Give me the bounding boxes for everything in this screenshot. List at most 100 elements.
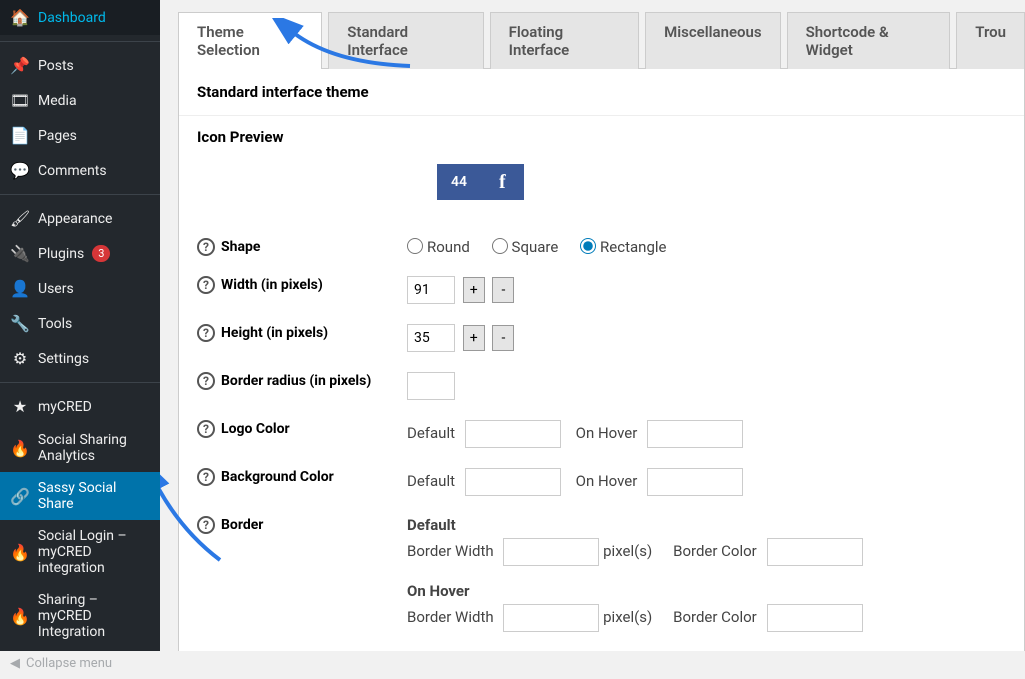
fire-icon: 🔥 — [10, 543, 30, 562]
bg-color-default-label: Default — [407, 472, 455, 490]
media-icon: 🎞 — [10, 91, 30, 110]
tab-miscellaneous[interactable]: Miscellaneous — [645, 12, 781, 69]
sidebar-item-label: myCRED — [38, 399, 92, 415]
logo-color-hover-input[interactable] — [647, 420, 743, 448]
bg-color-default-input[interactable] — [465, 468, 561, 496]
sidebar-item-label: Settings — [38, 351, 89, 367]
sidebar-item-posts[interactable]: 📌 Posts — [0, 48, 160, 83]
help-icon[interactable]: ? — [197, 420, 215, 438]
border-width-unit: pixel(s) — [603, 608, 652, 626]
pages-icon: 📄 — [10, 126, 30, 145]
sidebar-item-pages[interactable]: 📄 Pages — [0, 118, 160, 153]
sidebar-item-appearance[interactable]: 🖌 Appearance — [0, 201, 160, 236]
shape-radio-group: Round Square Rectangle — [407, 238, 1006, 256]
sidebar-item-label: Comments — [38, 163, 107, 179]
border-default-color-input[interactable] — [767, 538, 863, 566]
sidebar-item-label: Media — [38, 93, 77, 109]
tab-troubleshoot[interactable]: Trou — [956, 12, 1025, 69]
logo-color-default-input[interactable] — [465, 420, 561, 448]
sidebar-item-label: Pages — [38, 128, 77, 144]
border-width-label: Border Width — [407, 542, 494, 560]
collapse-label: Collapse menu — [26, 656, 112, 671]
tab-shortcode-widget[interactable]: Shortcode & Widget — [787, 12, 951, 69]
width-plus-button[interactable]: + — [463, 277, 485, 303]
icon-preview-label: Icon Preview — [197, 128, 1006, 146]
users-icon: 👤 — [10, 279, 30, 298]
facebook-icon: f — [481, 171, 524, 194]
collapse-icon: ◀ — [10, 656, 20, 671]
height-plus-button[interactable]: + — [463, 325, 485, 351]
sidebar-item-settings[interactable]: ⚙ Settings — [0, 341, 160, 376]
sidebar-item-comments[interactable]: 💬 Comments — [0, 153, 160, 188]
border-label: Border — [221, 517, 263, 533]
help-icon[interactable]: ? — [197, 516, 215, 534]
border-hover-color-input[interactable] — [767, 604, 863, 632]
border-radius-input[interactable] — [407, 372, 455, 400]
shape-round-option[interactable]: Round — [407, 238, 470, 256]
help-icon[interactable]: ? — [197, 276, 215, 294]
plugins-badge: 3 — [92, 245, 110, 262]
dashboard-icon: 🏠 — [10, 8, 30, 27]
bg-color-hover-input[interactable] — [647, 468, 743, 496]
admin-sidebar: 🏠 Dashboard 📌 Posts 🎞 Media 📄 Pages 💬 Comment… — [0, 0, 160, 651]
width-input[interactable] — [407, 276, 455, 304]
border-hover-sublabel: On Hover — [407, 582, 1006, 600]
border-radius-label: Border radius (in pixels) — [221, 373, 371, 389]
shape-rectangle-option[interactable]: Rectangle — [580, 238, 666, 256]
sidebar-item-sassy-social-share[interactable]: 🔗Sassy Social Share — [0, 472, 160, 520]
tab-floating-interface[interactable]: Floating Interface — [490, 12, 639, 69]
sidebar-item-dashboard[interactable]: 🏠 Dashboard — [0, 0, 160, 35]
border-color-label: Border Color — [673, 608, 757, 626]
comments-icon: 💬 — [10, 161, 30, 180]
star-icon: ★ — [10, 397, 30, 416]
height-input[interactable] — [407, 324, 455, 352]
preview-count: 44 — [437, 174, 481, 190]
sidebar-item-label: Dashboard — [38, 10, 106, 26]
shape-label: Shape — [221, 239, 260, 255]
border-width-label: Border Width — [407, 608, 494, 626]
sidebar-item-sharing-mycred[interactable]: 🔥Sharing – myCRED Integration — [0, 584, 160, 648]
sidebar-item-users[interactable]: 👤Users — [0, 271, 160, 306]
sidebar-item-label: Appearance — [38, 211, 112, 227]
shape-rectangle-radio[interactable] — [580, 238, 596, 254]
panel-title: Standard interface theme — [179, 69, 1024, 116]
tabs-bar: Theme Selection Standard Interface Float… — [178, 0, 1025, 69]
border-default-sublabel: Default — [407, 516, 1006, 534]
logo-color-default-label: Default — [407, 424, 455, 442]
height-minus-button[interactable]: - — [492, 325, 514, 351]
sidebar-item-label: Plugins — [38, 246, 84, 262]
sidebar-item-plugins[interactable]: 🔌 Plugins 3 — [0, 236, 160, 271]
sidebar-item-media[interactable]: 🎞 Media — [0, 83, 160, 118]
icon-preview: 44 f — [437, 164, 524, 200]
help-icon[interactable]: ? — [197, 468, 215, 486]
sidebar-item-label: Posts — [38, 58, 74, 74]
height-label: Height (in pixels) — [221, 325, 328, 341]
appearance-icon: 🖌 — [10, 209, 30, 228]
bg-color-hover-label: On Hover — [576, 472, 638, 490]
border-hover-width-input[interactable] — [503, 604, 599, 632]
collapse-menu-button[interactable]: ◀ Collapse menu — [0, 648, 160, 679]
help-icon[interactable]: ? — [197, 372, 215, 390]
settings-icon: ⚙ — [10, 349, 30, 368]
help-icon[interactable]: ? — [197, 238, 215, 256]
shape-square-option[interactable]: Square — [492, 238, 559, 256]
tab-standard-interface[interactable]: Standard Interface — [328, 12, 483, 69]
sidebar-item-tools[interactable]: 🔧Tools — [0, 306, 160, 341]
tab-theme-selection[interactable]: Theme Selection — [178, 12, 322, 69]
settings-panel: Standard interface theme Icon Preview 44… — [178, 68, 1025, 651]
sidebar-item-label: Social Login – myCRED integration — [38, 528, 150, 576]
help-icon[interactable]: ? — [197, 324, 215, 342]
sidebar-item-social-login-mycred[interactable]: 🔥 Social Login – myCRED integration — [0, 520, 160, 584]
sidebar-item-mycred[interactable]: ★ myCRED — [0, 389, 160, 424]
shape-square-radio[interactable] — [492, 238, 508, 254]
fire-icon: 🔥 — [10, 607, 30, 626]
border-default-width-input[interactable] — [503, 538, 599, 566]
sidebar-item-label: Social Sharing Analytics — [38, 432, 150, 464]
border-color-label: Border Color — [673, 542, 757, 560]
shape-round-radio[interactable] — [407, 238, 423, 254]
width-minus-button[interactable]: - — [492, 277, 514, 303]
plugins-icon: 🔌 — [10, 244, 30, 263]
main-content: Theme Selection Standard Interface Float… — [160, 0, 1025, 651]
pin-icon: 📌 — [10, 56, 30, 75]
sidebar-item-social-analytics[interactable]: 🔥Social Sharing Analytics — [0, 424, 160, 472]
